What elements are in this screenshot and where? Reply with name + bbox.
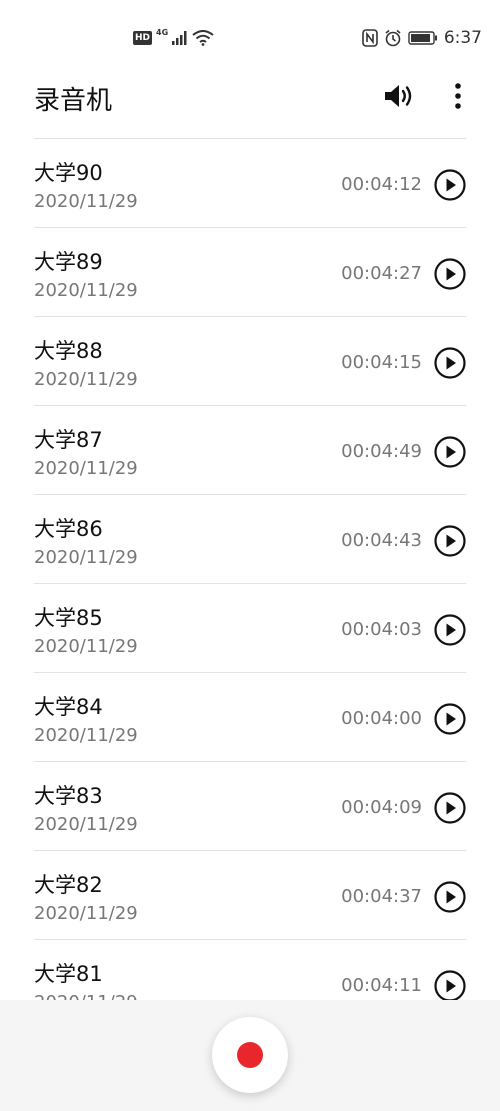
play-icon bbox=[434, 436, 466, 468]
speaker-icon bbox=[385, 85, 412, 107]
play-icon bbox=[434, 347, 466, 379]
play-icon bbox=[434, 614, 466, 646]
wifi-icon bbox=[192, 30, 214, 46]
more-options-button[interactable] bbox=[446, 80, 470, 112]
alarm-icon bbox=[385, 29, 401, 47]
play-button[interactable] bbox=[434, 614, 466, 646]
recording-duration: 00:04:11 bbox=[341, 975, 422, 996]
play-icon bbox=[434, 703, 466, 735]
recording-name: 大学82 bbox=[34, 873, 103, 897]
recording-item[interactable]: 大学82 2020/11/29 00:04:37 bbox=[34, 851, 466, 940]
recording-duration: 00:04:27 bbox=[341, 263, 422, 284]
recording-list[interactable]: 大学90 2020/11/29 00:04:12 大学89 2020/11/29… bbox=[34, 138, 466, 1001]
recording-duration: 00:04:43 bbox=[341, 530, 422, 551]
play-icon bbox=[434, 792, 466, 824]
recording-date: 2020/11/29 bbox=[34, 458, 138, 479]
recording-name: 大学90 bbox=[34, 161, 103, 185]
recording-duration: 00:04:15 bbox=[341, 352, 422, 373]
recording-item[interactable]: 大学81 2020/11/29 00:04:11 bbox=[34, 940, 466, 1001]
recording-date: 2020/11/29 bbox=[34, 814, 138, 835]
recording-name: 大学88 bbox=[34, 339, 103, 363]
recording-date: 2020/11/29 bbox=[34, 191, 138, 212]
signal-icon bbox=[172, 31, 187, 45]
app-title: 录音机 bbox=[34, 86, 113, 116]
play-button[interactable] bbox=[434, 881, 466, 913]
recording-item[interactable]: 大学90 2020/11/29 00:04:12 bbox=[34, 139, 466, 228]
recording-date: 2020/11/29 bbox=[34, 636, 138, 657]
play-icon bbox=[434, 525, 466, 557]
recording-date: 2020/11/29 bbox=[34, 903, 138, 924]
recording-item[interactable]: 大学87 2020/11/29 00:04:49 bbox=[34, 406, 466, 495]
play-button[interactable] bbox=[434, 347, 466, 379]
recording-name: 大学85 bbox=[34, 606, 103, 630]
recording-item[interactable]: 大学89 2020/11/29 00:04:27 bbox=[34, 228, 466, 317]
more-vertical-icon bbox=[455, 83, 461, 109]
play-button[interactable] bbox=[434, 792, 466, 824]
play-button[interactable] bbox=[434, 970, 466, 1001]
play-button[interactable] bbox=[434, 258, 466, 290]
record-button[interactable] bbox=[212, 1017, 288, 1093]
recording-duration: 00:04:09 bbox=[341, 797, 422, 818]
play-button[interactable] bbox=[434, 169, 466, 201]
nfc-icon bbox=[362, 29, 378, 47]
recording-name: 大学81 bbox=[34, 962, 103, 986]
play-icon bbox=[434, 881, 466, 913]
play-icon bbox=[434, 970, 466, 1001]
recording-item[interactable]: 大学88 2020/11/29 00:04:15 bbox=[34, 317, 466, 406]
recording-name: 大学84 bbox=[34, 695, 103, 719]
recording-date: 2020/11/29 bbox=[34, 369, 138, 390]
status-left: HD 4G bbox=[133, 27, 214, 49]
status-bar: HD 4G 6:37 bbox=[0, 0, 500, 76]
play-button[interactable] bbox=[434, 525, 466, 557]
app-bar: 录音机 bbox=[0, 76, 500, 138]
play-icon bbox=[434, 258, 466, 290]
play-button[interactable] bbox=[434, 436, 466, 468]
recording-item[interactable]: 大学85 2020/11/29 00:04:03 bbox=[34, 584, 466, 673]
recording-date: 2020/11/29 bbox=[34, 725, 138, 746]
record-icon bbox=[237, 1042, 263, 1068]
recording-name: 大学89 bbox=[34, 250, 103, 274]
recording-item[interactable]: 大学86 2020/11/29 00:04:43 bbox=[34, 495, 466, 584]
recording-name: 大学86 bbox=[34, 517, 103, 541]
bottom-bar bbox=[0, 1000, 500, 1111]
play-icon bbox=[434, 169, 466, 201]
recording-duration: 00:04:37 bbox=[341, 886, 422, 907]
hd-badge: HD bbox=[133, 31, 153, 45]
recording-item[interactable]: 大学84 2020/11/29 00:04:00 bbox=[34, 673, 466, 762]
recording-duration: 00:04:49 bbox=[341, 441, 422, 462]
recording-name: 大学83 bbox=[34, 784, 103, 808]
network-type: 4G bbox=[156, 27, 169, 37]
play-button[interactable] bbox=[434, 703, 466, 735]
recording-duration: 00:04:03 bbox=[341, 619, 422, 640]
status-time: 6:37 bbox=[443, 28, 482, 48]
status-right: 6:37 bbox=[362, 27, 482, 49]
recording-duration: 00:04:12 bbox=[341, 174, 422, 195]
recording-duration: 00:04:00 bbox=[341, 708, 422, 729]
recording-date: 2020/11/29 bbox=[34, 547, 138, 568]
battery-icon bbox=[408, 31, 437, 45]
recording-date: 2020/11/29 bbox=[34, 280, 138, 301]
recording-item[interactable]: 大学83 2020/11/29 00:04:09 bbox=[34, 762, 466, 851]
speaker-button[interactable] bbox=[380, 80, 420, 112]
recording-name: 大学87 bbox=[34, 428, 103, 452]
